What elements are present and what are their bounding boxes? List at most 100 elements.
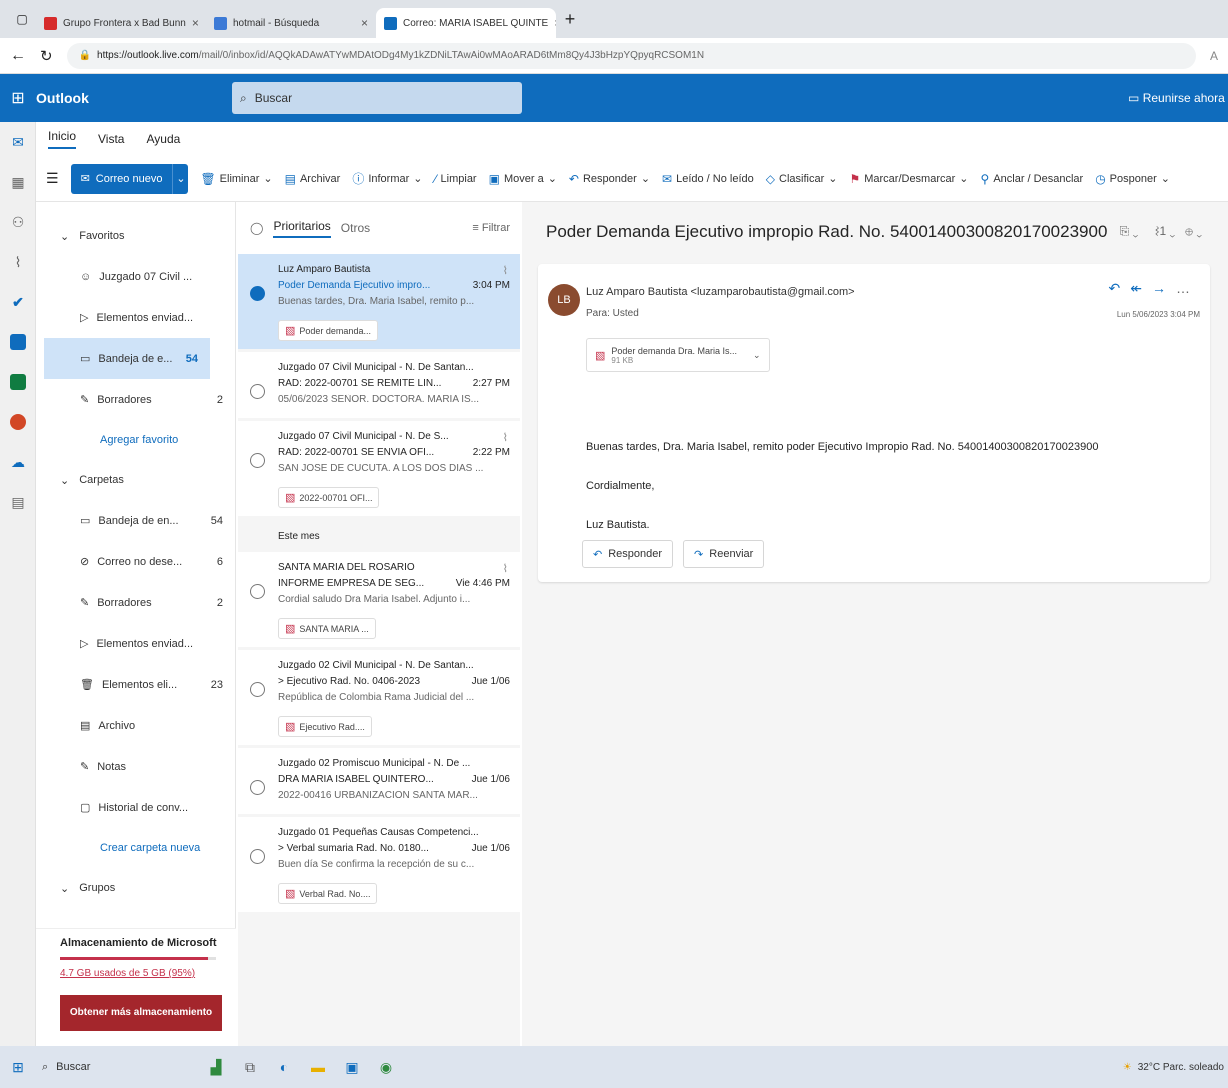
folders-header[interactable]: ⌄ Carpetas	[36, 460, 235, 500]
add-favorite-link[interactable]: Agregar favorito	[36, 420, 235, 460]
hamburger-icon[interactable]: ☰	[46, 170, 59, 187]
message-item[interactable]: ⌇ Luz Amparo Bautista Poder Demanda Ejec…	[238, 254, 520, 349]
tab-other[interactable]: Otros	[341, 221, 370, 235]
favorite-item-juzgado[interactable]: ☺ Juzgado 07 Civil ...	[36, 256, 235, 297]
storage-used-link[interactable]: 4.7 GB usados de 5 GB (95%)	[60, 968, 226, 979]
message-item[interactable]: Juzgado 02 Civil Municipal - N. De Santa…	[238, 650, 520, 745]
edge-icon[interactable]: ◐	[274, 1057, 294, 1077]
tab-vista[interactable]: Vista	[98, 132, 124, 146]
forward-icon[interactable]: →	[1152, 280, 1176, 296]
archive-button[interactable]: ▤ Archivar	[285, 172, 341, 186]
favorite-item-sent[interactable]: ▷ Elementos enviad...	[36, 297, 235, 338]
browser-tab-2[interactable]: hotmail - Búsqueda ×	[206, 8, 376, 38]
reload-icon[interactable]: ↻	[40, 47, 53, 65]
app-launcher-icon[interactable]: ⊞	[0, 88, 36, 108]
message-checkbox[interactable]	[250, 453, 265, 468]
weather-widget[interactable]: ☀ 32°C Parc. soleado	[1123, 1062, 1228, 1073]
outlook-taskbar-icon[interactable]: ▣	[342, 1057, 362, 1077]
attachment-count-icon[interactable]: ⌇1 ⌄	[1155, 224, 1175, 238]
folder-item-history[interactable]: ▢ Historial de conv...	[36, 787, 235, 828]
window-menu-icon[interactable]: ▢	[8, 5, 36, 33]
tab-ayuda[interactable]: Ayuda	[146, 132, 180, 146]
reply-button[interactable]: ↶ Responder	[582, 540, 674, 568]
avatar[interactable]: LB	[548, 284, 580, 316]
favorite-item-drafts[interactable]: ✎ Borradores 2	[36, 379, 235, 420]
task-view-icon[interactable]: ⧉	[240, 1057, 260, 1077]
outlook-app-icon[interactable]	[0, 322, 36, 362]
message-item[interactable]: Juzgado 07 Civil Municipal - N. De Santa…	[238, 352, 520, 418]
taskbar-search[interactable]: ⌕ Buscar	[42, 1061, 192, 1074]
pin-button[interactable]: ⚲ Anclar / Desanclar	[981, 172, 1084, 186]
new-mail-button[interactable]: ✉ Correo nuevo	[70, 163, 173, 194]
tab-inicio[interactable]: Inicio	[48, 129, 77, 149]
copy-icon[interactable]: ⎘	[1120, 224, 1130, 238]
tab-focused[interactable]: Prioritarios	[273, 219, 331, 238]
todo-icon[interactable]: ✔	[0, 282, 36, 322]
browser-tab-3[interactable]: Correo: MARIA ISABEL QUINTE ×	[376, 8, 556, 38]
read-unread-button[interactable]: ✉ Leído / No leído	[662, 172, 754, 186]
message-checkbox[interactable]	[250, 584, 265, 599]
search-input[interactable]: Buscar	[255, 91, 292, 105]
message-item[interactable]: Juzgado 01 Pequeñas Causas Competenci...…	[238, 817, 520, 912]
snooze-button[interactable]: ◷ Posponer ⌄	[1095, 172, 1170, 186]
message-item[interactable]: ⌇ Juzgado 07 Civil Municipal - N. De S..…	[238, 421, 520, 516]
reply-icon[interactable]: ↶	[1109, 280, 1131, 296]
chrome-icon[interactable]: ◉	[376, 1057, 396, 1077]
mail-icon[interactable]: ✉	[0, 122, 36, 162]
categorize-button[interactable]: ◇ Clasificar ⌄	[766, 172, 838, 186]
delete-button[interactable]: 🗑 Eliminar ⌄	[200, 172, 272, 186]
new-tab-icon[interactable]: +	[556, 5, 584, 33]
app-title[interactable]: Outlook	[36, 90, 232, 106]
people-icon[interactable]: ⚇	[0, 202, 36, 242]
filter-button[interactable]: ≡ Filtrar	[472, 222, 510, 234]
meet-now-button[interactable]: ▭ Reunirse ahora	[1128, 91, 1228, 105]
message-checkbox[interactable]	[250, 286, 265, 301]
file-explorer-icon[interactable]: ▬	[308, 1057, 328, 1077]
new-mail-dropdown[interactable]: ⌄	[172, 163, 189, 194]
move-to-button[interactable]: ▣ Mover a ⌄	[489, 172, 557, 186]
browser-tab-1[interactable]: Grupo Frontera x Bad Bunn ×	[36, 8, 206, 38]
message-checkbox[interactable]	[250, 780, 265, 795]
excel-icon[interactable]	[0, 362, 36, 402]
select-all-icon[interactable]: ◯	[250, 221, 263, 235]
message-checkbox[interactable]	[250, 849, 265, 864]
folder-item-junk[interactable]: ⊘ Correo no dese... 6	[36, 541, 235, 582]
folder-item-archive[interactable]: ▤ Archivo	[36, 705, 235, 746]
create-folder-link[interactable]: Crear carpeta nueva	[36, 828, 235, 868]
sweep-button[interactable]: ⁄ Limpiar	[435, 172, 477, 186]
report-button[interactable]: ⓘ Informar ⌄	[352, 170, 422, 187]
zoom-icon[interactable]: ⊕ ⌄	[1185, 224, 1202, 238]
forward-button[interactable]: ↷ Reenviar	[683, 540, 765, 568]
favorite-item-inbox[interactable]: ▭ Bandeja de e... 54	[44, 338, 210, 379]
attach-icon[interactable]: ⌇	[0, 242, 36, 282]
folder-item-drafts[interactable]: ✎ Borradores 2	[36, 582, 235, 623]
search-box[interactable]: ⌕ Buscar	[232, 82, 522, 114]
calendar-icon[interactable]: ▦	[0, 162, 36, 202]
windows-start-icon[interactable]: ⊞	[8, 1057, 28, 1077]
chevron-down-icon[interactable]: ⌄	[753, 350, 761, 361]
attachment-chip[interactable]: ▧ Ejecutivo Rad....	[278, 716, 372, 737]
reply-button[interactable]: ↶ Responder ⌄	[569, 172, 650, 186]
onedrive-icon[interactable]: ☁	[0, 442, 36, 482]
favorites-header[interactable]: ⌄ Favoritos	[36, 216, 235, 256]
close-icon[interactable]: ×	[361, 16, 368, 30]
reply-all-icon[interactable]: ↞	[1130, 280, 1152, 296]
flag-button[interactable]: ⚑ Marcar/Desmarcar ⌄	[849, 172, 968, 186]
message-checkbox[interactable]	[250, 682, 265, 697]
back-icon[interactable]: ←	[10, 47, 26, 65]
attachment-chip[interactable]: ▧ 2022-00701 OFI...	[278, 487, 380, 508]
get-storage-button[interactable]: Obtener más almacenamiento	[60, 995, 222, 1031]
powerpoint-icon[interactable]	[0, 402, 36, 442]
attachment-chip[interactable]: ▧ Poder demanda...	[278, 320, 378, 341]
more-apps-icon[interactable]: ▤	[0, 482, 36, 522]
folder-item-deleted[interactable]: 🗑 Elementos eli... 23	[36, 664, 235, 705]
folder-item-notes[interactable]: ✎ Notas	[36, 746, 235, 787]
message-item[interactable]: ⌇ SANTA MARIA DEL ROSARIO INFORME EMPRES…	[238, 552, 520, 647]
groups-header[interactable]: ⌄ Grupos	[36, 868, 235, 908]
message-item[interactable]: Juzgado 02 Promiscuo Municipal - N. De .…	[238, 748, 520, 814]
email-from[interactable]: Luz Amparo Bautista <luzamparobautista@g…	[586, 286, 855, 298]
more-icon[interactable]: …	[1176, 280, 1200, 296]
folder-item-inbox[interactable]: ▭ Bandeja de en... 54	[36, 500, 235, 541]
attachment-chip[interactable]: ▧ Verbal Rad. No....	[278, 883, 378, 904]
attachment-chip[interactable]: ▧ Poder demanda Dra. Maria Is... 91 KB ⌄	[586, 338, 770, 372]
